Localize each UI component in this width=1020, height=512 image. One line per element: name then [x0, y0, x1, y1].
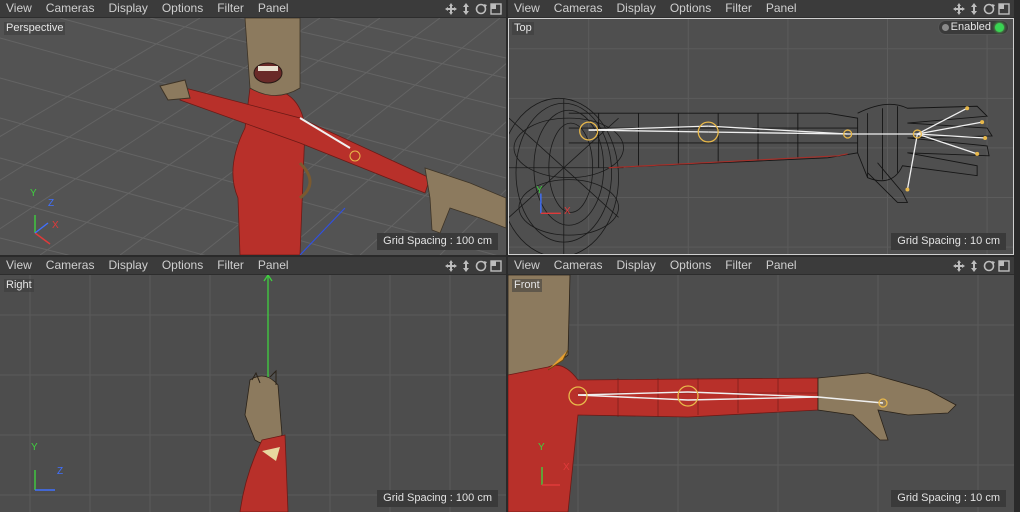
enabled-label: Enabled [950, 21, 991, 33]
menu-cameras[interactable]: Cameras [39, 257, 102, 274]
axis-z-label: Z [57, 466, 64, 477]
rotate-view-icon[interactable] [475, 260, 487, 272]
menu-display[interactable]: Display [609, 0, 662, 17]
grid-spacing-readout: Grid Spacing : 100 cm [377, 490, 498, 507]
viewport-menubar: View Cameras Display Options Filter Pane… [508, 257, 1014, 275]
menu-options[interactable]: Options [155, 0, 210, 17]
viewport-right[interactable]: View Cameras Display Options Filter Pane… [0, 257, 506, 512]
maximize-view-icon[interactable] [998, 2, 1010, 15]
viewport-menubar: View Cameras Display Options Filter Pane… [0, 257, 506, 275]
menu-filter[interactable]: Filter [210, 257, 251, 274]
axis-y-label: Y [538, 442, 545, 453]
viewport-canvas[interactable] [508, 18, 1014, 255]
menu-options[interactable]: Options [155, 257, 210, 274]
menu-panel[interactable]: Panel [759, 257, 804, 274]
axis-y-label: Y [30, 188, 37, 199]
axis-y-label: Y [536, 185, 543, 196]
viewport-menubar: View Cameras Display Options Filter Pane… [508, 0, 1014, 18]
pan-view-icon[interactable] [968, 2, 980, 15]
menu-filter[interactable]: Filter [210, 0, 251, 17]
grid-spacing-readout: Grid Spacing : 100 cm [377, 233, 498, 250]
maximize-view-icon[interactable] [490, 2, 502, 15]
rotate-view-icon[interactable] [983, 3, 995, 15]
maximize-view-icon[interactable] [998, 259, 1010, 272]
pan-view-icon[interactable] [460, 2, 472, 15]
enabled-toggle[interactable]: Enabled [937, 20, 1009, 35]
move-view-icon[interactable] [445, 2, 457, 15]
move-view-icon[interactable] [445, 259, 457, 272]
axis-x-label: X [52, 220, 59, 231]
menu-display[interactable]: Display [101, 257, 154, 274]
menu-options[interactable]: Options [663, 257, 718, 274]
menu-display[interactable]: Display [101, 0, 154, 17]
menu-panel[interactable]: Panel [251, 257, 296, 274]
radio-dot-icon [941, 24, 949, 31]
viewport-front[interactable]: View Cameras Display Options Filter Pane… [508, 257, 1014, 512]
menu-cameras[interactable]: Cameras [547, 0, 610, 17]
maximize-view-icon[interactable] [490, 259, 502, 272]
viewport-canvas[interactable] [0, 18, 506, 255]
viewport-canvas[interactable] [0, 275, 506, 512]
rotate-view-icon[interactable] [475, 3, 487, 15]
pan-view-icon[interactable] [460, 259, 472, 272]
viewport-label: Right [4, 279, 34, 292]
menu-view[interactable]: View [508, 0, 547, 17]
menu-panel[interactable]: Panel [251, 0, 296, 17]
pan-view-icon[interactable] [968, 259, 980, 272]
viewport-divider[interactable] [506, 0, 508, 512]
menu-view[interactable]: View [0, 257, 39, 274]
grid-spacing-readout: Grid Spacing : 10 cm [891, 490, 1006, 507]
axis-x-label: X [563, 462, 570, 473]
viewport-top[interactable]: View Cameras Display Options Filter Pane… [508, 0, 1014, 255]
viewport-label: Top [512, 22, 534, 35]
menu-panel[interactable]: Panel [759, 0, 804, 17]
menu-cameras[interactable]: Cameras [39, 0, 102, 17]
menu-display[interactable]: Display [609, 257, 662, 274]
viewport-label: Front [512, 279, 542, 292]
menu-view[interactable]: View [0, 0, 39, 17]
rotate-view-icon[interactable] [983, 260, 995, 272]
grid-spacing-readout: Grid Spacing : 10 cm [891, 233, 1006, 250]
move-view-icon[interactable] [953, 259, 965, 272]
axis-x-label: X [564, 206, 571, 217]
viewport-canvas[interactable] [508, 275, 1014, 512]
viewport-grid: View Cameras Display Options Filter Pane… [0, 0, 1020, 512]
menu-view[interactable]: View [508, 257, 547, 274]
menu-options[interactable]: Options [663, 0, 718, 17]
menu-cameras[interactable]: Cameras [547, 257, 610, 274]
move-view-icon[interactable] [953, 2, 965, 15]
menu-filter[interactable]: Filter [718, 257, 759, 274]
viewport-label: Perspective [4, 22, 66, 35]
viewport-perspective[interactable]: View Cameras Display Options Filter Pane… [0, 0, 506, 255]
axis-y-label: Y [31, 442, 38, 453]
viewport-menubar: View Cameras Display Options Filter Pane… [0, 0, 506, 18]
axis-z-label: Z [48, 198, 55, 209]
status-led-icon [995, 23, 1004, 32]
menu-filter[interactable]: Filter [718, 0, 759, 17]
